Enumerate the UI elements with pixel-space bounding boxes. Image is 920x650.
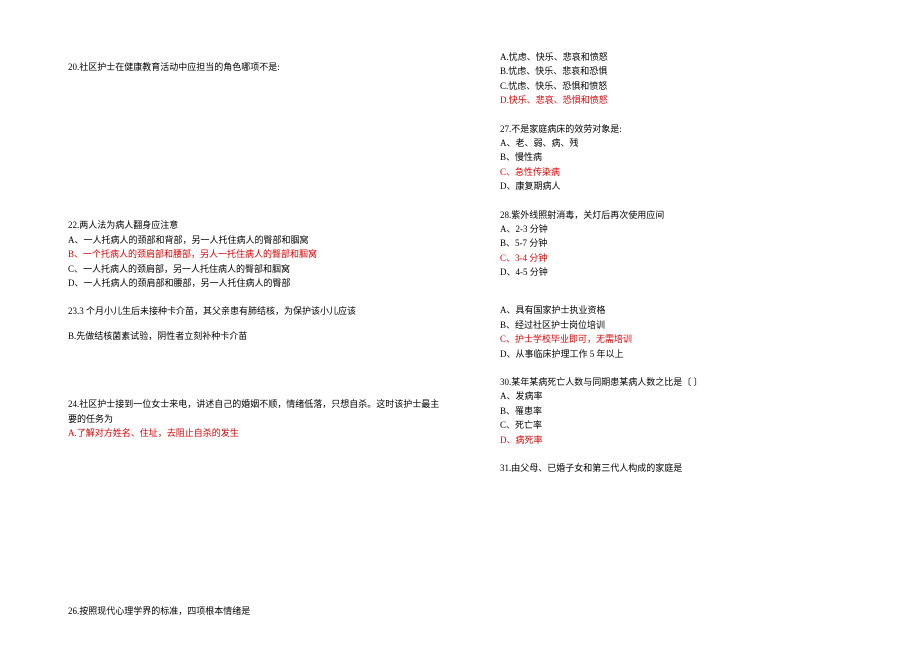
q24-text1: 24.社区护士接到一位女士来电，讲述自己的婚姻不顺，情绪低落，只想自杀。这时该护…: [68, 397, 448, 411]
q24-opt-a: A.了解对方姓名、住址，去阻止自杀的发生: [68, 426, 448, 440]
question-26-options: A.忧虑、快乐、悲哀和愤怒 B.忧虑、快乐、悲哀和恐惧 C.忧虑、快乐、恐惧和愤…: [500, 50, 880, 108]
q26-opt-b: B.忧虑、快乐、悲哀和恐惧: [500, 64, 880, 78]
q28-title: 28.紫外线照射消毒，关灯后再次使用应间: [500, 208, 880, 222]
q22-opt-b: B、一个托病人的颈肩部和腰部，另人一托住病人的臀部和腘窝: [68, 247, 448, 261]
q20-text: 20.社区护士在健康教育活动中应担当的角色哪项不是:: [68, 60, 448, 74]
q31-text: 31.由父母、已婚子女和第三代人构成的家庭是: [500, 461, 880, 475]
q22-title: 22.两人法为病人翻身应注意: [68, 218, 448, 232]
q30-opt-b: B、罹患率: [500, 404, 880, 418]
question-30: 30.某年某病死亡人数与同期患某病人数之比是〔 〕 A、发病率 B、罹患率 C、…: [500, 375, 880, 447]
q26-opt-a: A.忧虑、快乐、悲哀和愤怒: [500, 50, 880, 64]
question-29-options: A、具有国家护士执业资格 B、经过社区护士岗位培训 C、护士学校毕业即可，无需培…: [500, 303, 880, 361]
q27-opt-d: D、康复期病人: [500, 179, 880, 193]
q24-text2: 要的任务为: [68, 412, 448, 426]
q29-opt-d: D、从事临床护理工作 5 年以上: [500, 347, 880, 361]
question-20: 20.社区护士在健康教育活动中应担当的角色哪项不是:: [68, 60, 448, 74]
q30-opt-a: A、发病率: [500, 389, 880, 403]
q28-opt-d: D、4-5 分钟: [500, 265, 880, 279]
q27-opt-a: A、老、弱、病、残: [500, 136, 880, 150]
question-22: 22.两人法为病人翻身应注意 A、一人托病人的颈部和背部，另一人托住病人的臀部和…: [68, 218, 448, 290]
q22-opt-a: A、一人托病人的颈部和背部，另一人托住病人的臀部和腘窝: [68, 233, 448, 247]
q26-opt-c: C.忧虑、快乐、恐惧和愤怒: [500, 79, 880, 93]
q30-title: 30.某年某病死亡人数与同期患某病人数之比是〔 〕: [500, 375, 880, 389]
q29-opt-a: A、具有国家护士执业资格: [500, 303, 880, 317]
question-24: 24.社区护士接到一位女士来电，讲述自己的婚姻不顺，情绪低落，只想自杀。这时该护…: [68, 397, 448, 440]
q26-opt-d: D.快乐、悲哀、恐惧和愤怒: [500, 93, 880, 107]
q27-title: 27.不是家庭病床的效劳对象是:: [500, 122, 880, 136]
question-23: 23.3 个月小儿生后未接种卡介苗，其父亲患有肺结核，为保护该小儿应该 B.先做…: [68, 304, 448, 343]
q30-opt-d: D、病死率: [500, 433, 880, 447]
q22-opt-d: D、一人托病人的颈肩部和腰部，另一人托住病人的臀部: [68, 276, 448, 290]
q30-opt-c: C、死亡率: [500, 418, 880, 432]
q28-opt-c: C、3-4 分钟: [500, 251, 880, 265]
q26-text: 26.按照现代心理学界的标准，四项根本情绪是: [68, 604, 448, 618]
q29-opt-c: C、护士学校毕业即可，无需培训: [500, 332, 880, 346]
q27-opt-c: C、急性传染病: [500, 165, 880, 179]
question-28: 28.紫外线照射消毒，关灯后再次使用应间 A、2-3 分钟 B、5-7 分钟 C…: [500, 208, 880, 280]
question-27: 27.不是家庭病床的效劳对象是: A、老、弱、病、残 B、慢性病 C、急性传染病…: [500, 122, 880, 194]
question-31: 31.由父母、已婚子女和第三代人构成的家庭是: [500, 461, 880, 475]
q23-text: 23.3 个月小儿生后未接种卡介苗，其父亲患有肺结核，为保护该小儿应该: [68, 304, 448, 318]
q23-opt-b: B.先做结核菌素试验，阴性者立刻补种卡介苗: [68, 329, 448, 343]
q28-opt-b: B、5-7 分钟: [500, 236, 880, 250]
q29-opt-b: B、经过社区护士岗位培训: [500, 318, 880, 332]
question-26: 26.按照现代心理学界的标准，四项根本情绪是: [68, 604, 448, 618]
q22-opt-c: C、一人托病人的颈肩部，另一人托住病人的臀部和腘窝: [68, 262, 448, 276]
q28-opt-a: A、2-3 分钟: [500, 222, 880, 236]
q27-opt-b: B、慢性病: [500, 150, 880, 164]
